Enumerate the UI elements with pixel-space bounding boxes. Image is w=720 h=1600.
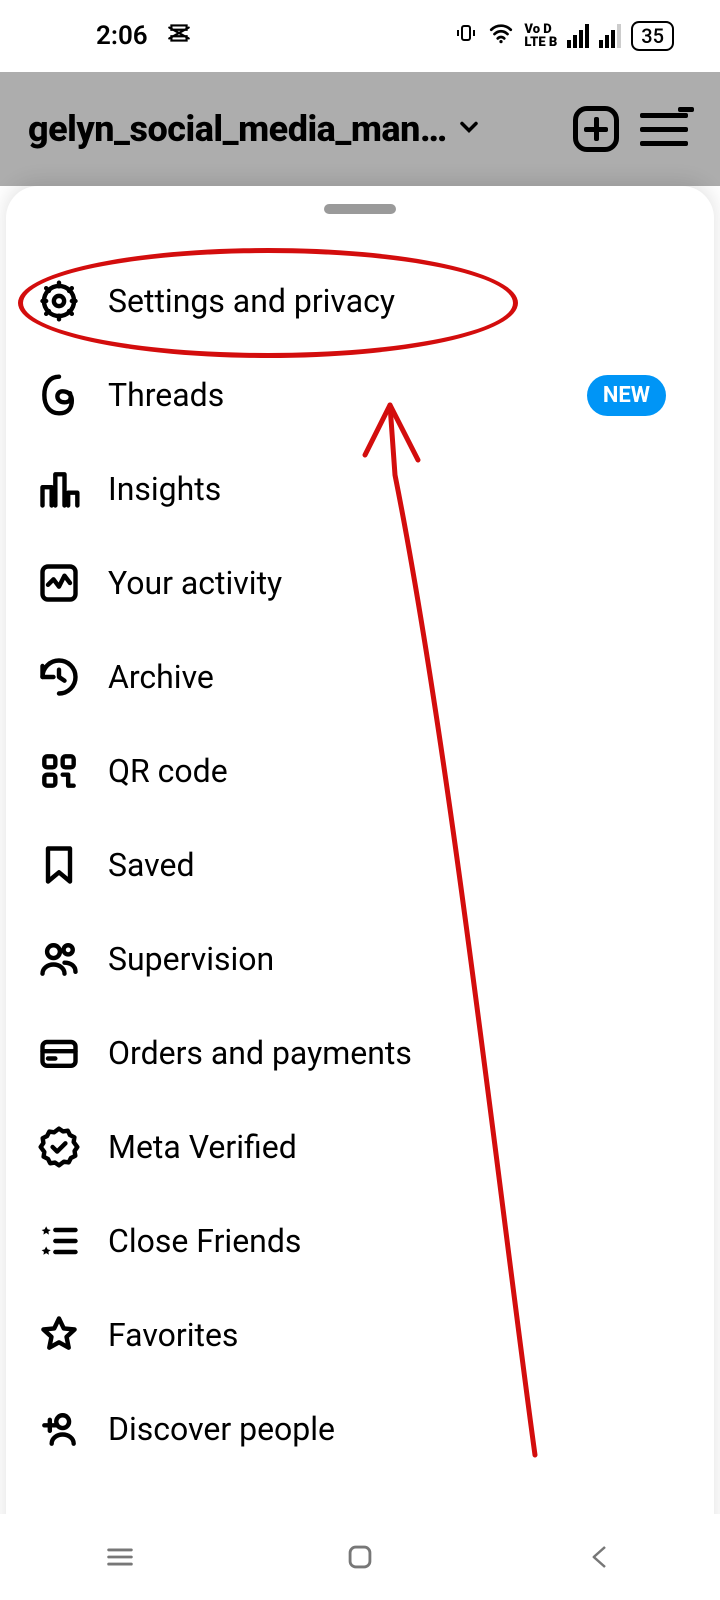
profile-header: gelyn_social_media_man… [0, 72, 720, 186]
wifi-icon [488, 20, 514, 53]
menu-item-supervision[interactable]: Supervision [6, 912, 714, 1006]
capcut-icon [166, 20, 192, 53]
bookmark-icon [36, 842, 82, 888]
menu-item-label: Discover people [108, 1410, 684, 1448]
star-icon [36, 1312, 82, 1358]
menu-item-threads[interactable]: Threads NEW [6, 348, 714, 442]
menu-item-insights[interactable]: Insights [6, 442, 714, 536]
status-clock: 2:06 [96, 21, 148, 51]
menu-item-discover[interactable]: Discover people [6, 1382, 714, 1476]
archive-icon [36, 654, 82, 700]
chevron-down-icon [455, 108, 483, 150]
menu-list: Settings and privacy Threads NEW Insight… [6, 254, 714, 1476]
menu-item-label: Meta Verified [108, 1128, 684, 1166]
menu-item-close-friends[interactable]: Close Friends [6, 1194, 714, 1288]
menu-item-label: Insights [108, 470, 684, 508]
settings-menu-sheet: Settings and privacy Threads NEW Insight… [6, 186, 714, 1600]
new-badge: NEW [587, 375, 666, 416]
bar-chart-icon [36, 466, 82, 512]
nav-home-button[interactable] [330, 1527, 390, 1587]
activity-icon [36, 560, 82, 606]
people-icon [36, 936, 82, 982]
menu-item-label: Threads [108, 376, 561, 414]
drag-handle[interactable] [324, 204, 396, 214]
menu-item-settings[interactable]: Settings and privacy [6, 254, 714, 348]
menu-item-label: Favorites [108, 1316, 684, 1354]
menu-item-label: Settings and privacy [108, 282, 684, 320]
threads-icon [36, 372, 82, 418]
menu-item-orders[interactable]: Orders and payments [6, 1006, 714, 1100]
menu-item-label: Archive [108, 658, 684, 696]
menu-item-label: QR code [108, 752, 684, 790]
menu-item-verified[interactable]: Meta Verified [6, 1100, 714, 1194]
plus-square-icon [573, 106, 619, 152]
account-switcher[interactable]: gelyn_social_media_man… [28, 108, 483, 150]
menu-item-label: Orders and payments [108, 1034, 684, 1072]
menu-item-qr[interactable]: QR code [6, 724, 714, 818]
list-star-icon [36, 1218, 82, 1264]
hamburger-icon [640, 113, 688, 146]
gear-icon [36, 278, 82, 324]
signal-2-icon [599, 24, 621, 48]
nav-back-button[interactable] [570, 1527, 630, 1587]
add-person-icon [36, 1406, 82, 1452]
status-bar: 2:06 Vo DLTE B 35 [0, 0, 720, 72]
menu-item-favorites[interactable]: Favorites [6, 1288, 714, 1382]
notification-dot-icon [678, 107, 694, 112]
menu-button[interactable] [636, 101, 692, 157]
create-button[interactable] [568, 101, 624, 157]
system-nav-bar [0, 1514, 720, 1600]
username-label: gelyn_social_media_man… [28, 108, 447, 150]
menu-item-label: Your activity [108, 564, 684, 602]
menu-item-label: Saved [108, 846, 684, 884]
credit-card-icon [36, 1030, 82, 1076]
nav-recent-button[interactable] [90, 1527, 150, 1587]
qr-code-icon [36, 748, 82, 794]
menu-item-saved[interactable]: Saved [6, 818, 714, 912]
volte-indicator: Vo DLTE B [524, 23, 557, 49]
menu-item-archive[interactable]: Archive [6, 630, 714, 724]
signal-1-icon [567, 24, 589, 48]
menu-item-label: Close Friends [108, 1222, 684, 1260]
menu-item-activity[interactable]: Your activity [6, 536, 714, 630]
battery-indicator: 35 [631, 21, 674, 51]
menu-item-label: Supervision [108, 940, 684, 978]
vibrate-icon [454, 21, 478, 52]
verified-badge-icon [36, 1124, 82, 1170]
